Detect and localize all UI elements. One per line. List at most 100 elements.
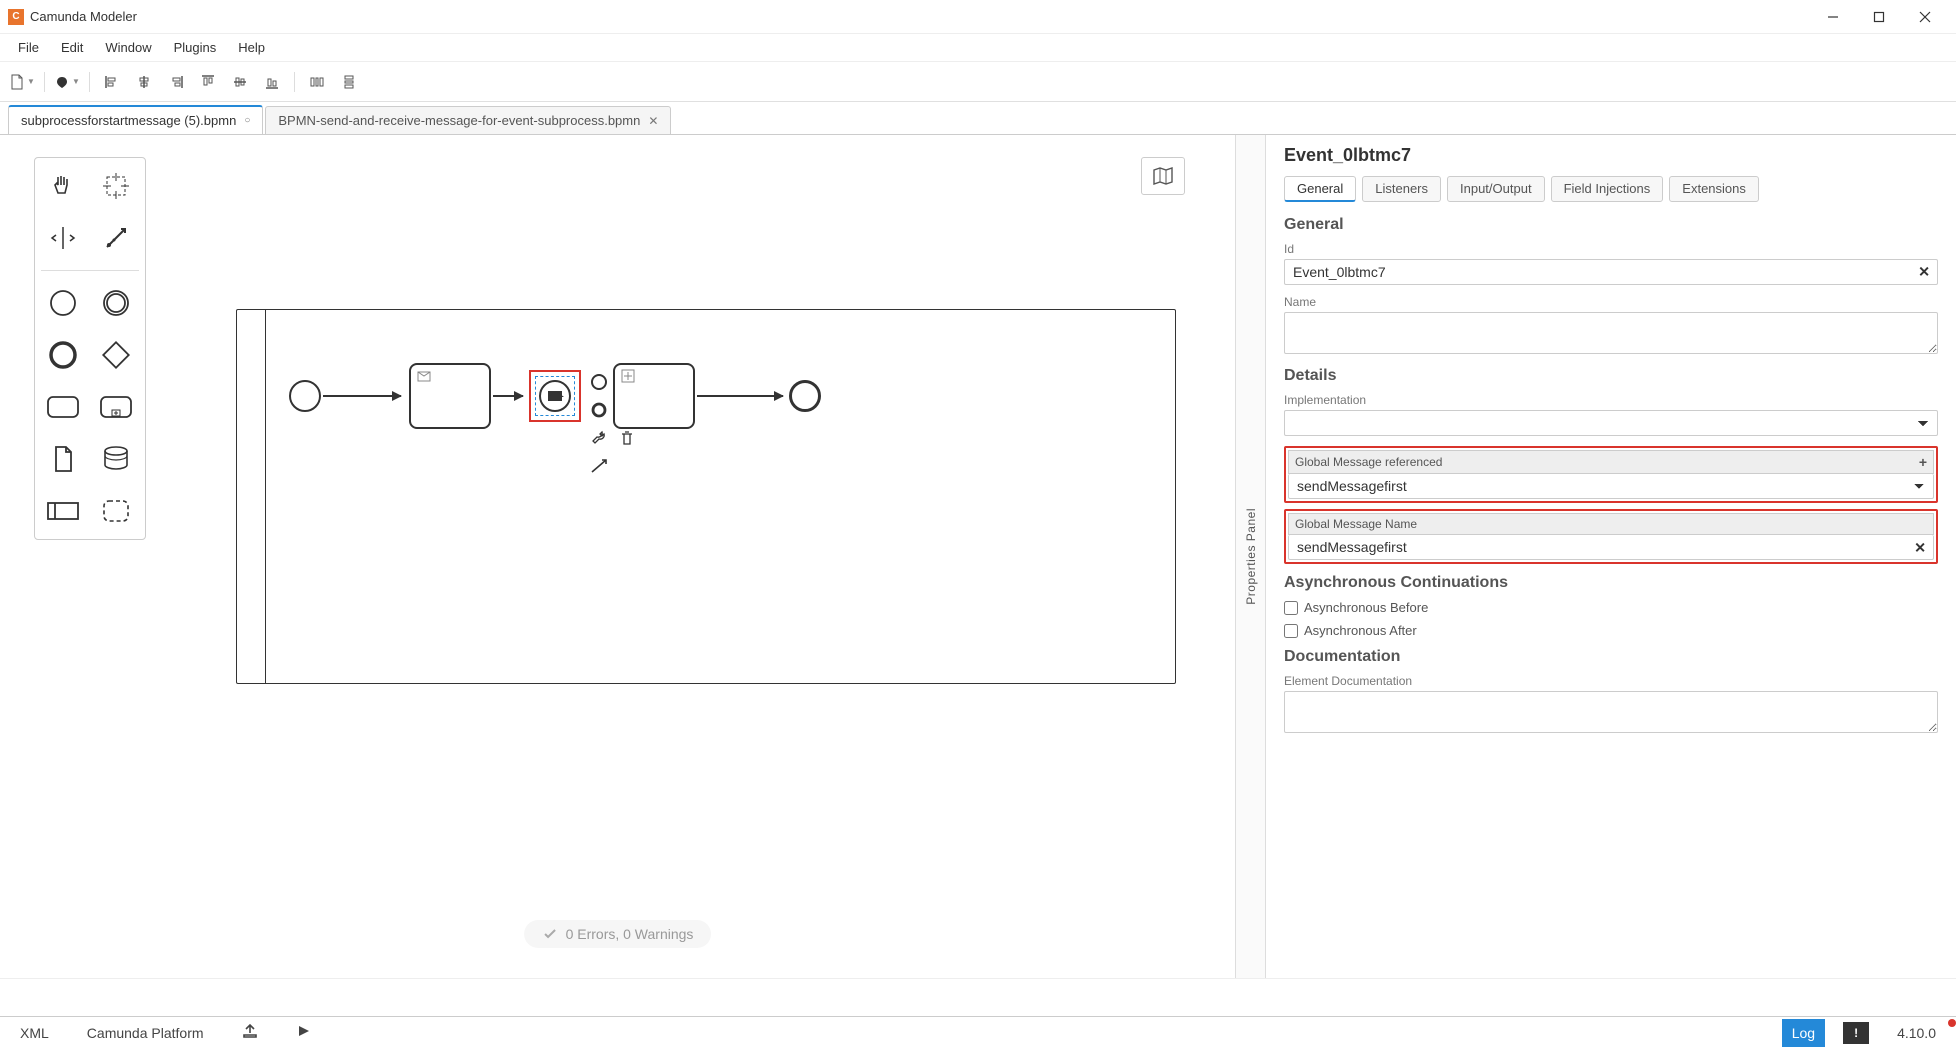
new-file-button[interactable]: ▼ [8, 68, 36, 96]
menubar: File Edit Window Plugins Help [0, 34, 1956, 62]
name-input[interactable] [1284, 312, 1938, 354]
palette-data-object[interactable] [41, 437, 85, 481]
app-title: Camunda Modeler [30, 9, 137, 24]
align-right-button[interactable] [162, 68, 190, 96]
async-after-row[interactable]: Asynchronous After [1284, 623, 1938, 638]
tab-close-icon[interactable]: ✕ [648, 114, 658, 128]
align-bottom-button[interactable] [258, 68, 286, 96]
palette-hand-tool[interactable] [41, 164, 85, 208]
menu-plugins[interactable]: Plugins [164, 36, 227, 59]
palette-participant[interactable] [41, 489, 85, 533]
section-general-heading: General [1284, 216, 1938, 234]
properties-element-title: Event_0lbtmc7 [1284, 145, 1938, 166]
sb-log-button[interactable]: Log [1782, 1019, 1825, 1047]
menu-window[interactable]: Window [95, 36, 161, 59]
bpmn-end-event[interactable] [789, 380, 821, 412]
sb-feedback-icon[interactable]: ! [1843, 1022, 1869, 1044]
ptab-field-injections[interactable]: Field Injections [1551, 176, 1664, 202]
palette-gateway[interactable] [94, 333, 138, 377]
distribute-v-button[interactable] [335, 68, 363, 96]
bpmn-task-1[interactable] [409, 363, 491, 429]
palette-end-event[interactable] [41, 333, 85, 377]
async-before-label: Asynchronous Before [1304, 600, 1428, 615]
global-msg-ref-select[interactable]: sendMessagefirst [1288, 474, 1934, 499]
elem-doc-input[interactable] [1284, 691, 1938, 733]
menu-edit[interactable]: Edit [51, 36, 93, 59]
clear-global-msg-name-icon[interactable]: ✕ [1914, 539, 1926, 556]
subprocess-marker-icon [621, 369, 635, 383]
tab-label: BPMN-send-and-receive-message-for-event-… [278, 113, 640, 128]
tab-dirty-indicator: ○ [244, 115, 250, 126]
palette-task[interactable] [41, 385, 85, 429]
sb-deploy-icon[interactable] [232, 1019, 268, 1046]
window-minimize-button[interactable] [1810, 2, 1856, 32]
menu-help[interactable]: Help [228, 36, 275, 59]
titlebar: C Camunda Modeler [0, 0, 1956, 34]
add-global-message-icon[interactable]: + [1919, 454, 1927, 470]
ptab-general[interactable]: General [1284, 176, 1356, 202]
palette-space-tool[interactable] [41, 216, 85, 260]
bpmn-pool[interactable] [236, 309, 1176, 684]
bpmn-subprocess-collapsed[interactable] [613, 363, 695, 429]
ptab-extensions[interactable]: Extensions [1669, 176, 1759, 202]
id-input[interactable] [1284, 259, 1938, 285]
color-picker-button[interactable]: ▼ [53, 68, 81, 96]
properties-panel-handle[interactable]: Properties Panel [1236, 135, 1266, 978]
align-top-button[interactable] [194, 68, 222, 96]
ptab-listeners[interactable]: Listeners [1362, 176, 1441, 202]
bpmn-sequence-flow[interactable] [697, 395, 783, 397]
implementation-select[interactable] [1284, 410, 1938, 436]
async-after-checkbox[interactable] [1284, 624, 1298, 638]
pool-lane-divider [265, 310, 266, 683]
bpmn-start-event[interactable] [289, 380, 321, 412]
global-msg-name-input[interactable] [1288, 535, 1934, 560]
tab-2[interactable]: BPMN-send-and-receive-message-for-event-… [265, 106, 671, 134]
window-close-button[interactable] [1902, 2, 1948, 32]
elem-doc-label: Element Documentation [1284, 674, 1938, 688]
tab-label: subprocessforstartmessage (5).bpmn [21, 113, 236, 128]
bpmn-palette [34, 157, 146, 540]
context-append-event[interactable] [587, 370, 611, 394]
palette-lasso-tool[interactable] [94, 164, 138, 208]
statusbar: XML Camunda Platform Log ! 4.10.0 [0, 1016, 1956, 1048]
bpmn-selected-message-event[interactable] [529, 370, 581, 422]
sb-xml-toggle[interactable]: XML [10, 1021, 59, 1045]
section-details-heading: Details [1284, 367, 1938, 385]
async-before-row[interactable]: Asynchronous Before [1284, 600, 1938, 615]
properties-panel-handle-label: Properties Panel [1244, 508, 1258, 605]
palette-subprocess[interactable] [94, 385, 138, 429]
context-wrench-icon[interactable] [587, 426, 611, 450]
palette-data-store[interactable] [94, 437, 138, 481]
align-center-v-button[interactable] [226, 68, 254, 96]
tabstrip: subprocessforstartmessage (5).bpmn ○ BPM… [0, 102, 1956, 134]
clear-id-icon[interactable]: ✕ [1918, 264, 1930, 281]
menu-file[interactable]: File [8, 36, 49, 59]
align-center-h-button[interactable] [130, 68, 158, 96]
async-before-checkbox[interactable] [1284, 601, 1298, 615]
sb-version[interactable]: 4.10.0 [1887, 1021, 1946, 1045]
palette-start-event[interactable] [41, 281, 85, 325]
validation-status[interactable]: 0 Errors, 0 Warnings [524, 920, 712, 948]
bpmn-canvas[interactable] [190, 157, 1185, 948]
context-append-end-event[interactable] [587, 398, 611, 422]
section-async-heading: Asynchronous Continuations [1284, 574, 1938, 592]
palette-connect-tool[interactable] [94, 216, 138, 260]
context-delete-icon[interactable] [615, 426, 639, 450]
sb-platform[interactable]: Camunda Platform [77, 1021, 214, 1045]
app-icon: C [8, 9, 24, 25]
palette-group[interactable] [94, 489, 138, 533]
window-maximize-button[interactable] [1856, 2, 1902, 32]
async-after-label: Asynchronous After [1304, 623, 1417, 638]
palette-intermediate-event[interactable] [94, 281, 138, 325]
ptab-io[interactable]: Input/Output [1447, 176, 1545, 202]
highlight-global-message-referenced: Global Message referenced + sendMessagef… [1284, 446, 1938, 503]
toolbar: ▼ ▼ [0, 62, 1956, 102]
context-connect-icon[interactable] [587, 454, 611, 478]
sb-run-icon[interactable] [286, 1020, 320, 1045]
distribute-h-button[interactable] [303, 68, 331, 96]
bpmn-sequence-flow[interactable] [493, 395, 523, 397]
tab-1[interactable]: subprocessforstartmessage (5).bpmn ○ [8, 105, 263, 134]
properties-tabs: General Listeners Input/Output Field Inj… [1284, 176, 1938, 202]
align-left-button[interactable] [98, 68, 126, 96]
bpmn-sequence-flow[interactable] [323, 395, 401, 397]
